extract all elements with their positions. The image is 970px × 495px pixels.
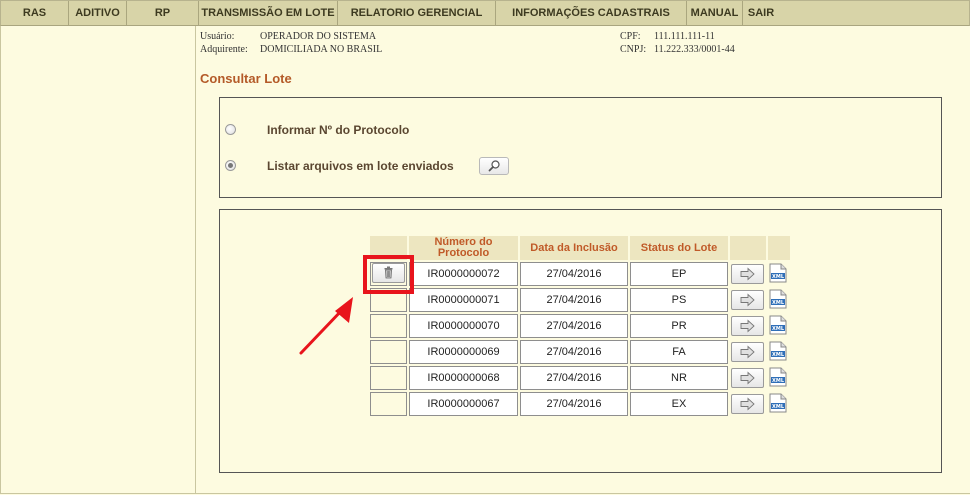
header-data-inclusao: Data da Inclusão — [520, 236, 628, 260]
arrow-right-icon — [740, 371, 755, 385]
highlight-box — [363, 255, 414, 294]
radio-listar-arquivos[interactable] — [225, 160, 236, 171]
arrow-right-icon — [740, 267, 755, 281]
menu-item-sair[interactable]: SAIR — [743, 1, 779, 25]
menu-item-manual[interactable]: MANUAL — [687, 1, 743, 25]
cell-status: NR — [630, 366, 728, 390]
header-empty-3 — [768, 236, 790, 260]
menu-item-transmissao-lote[interactable]: TRANSMISSÃO EM LOTE — [199, 1, 338, 25]
cell-data-inclusao: 27/04/2016 — [520, 288, 628, 312]
header-numero-protocolo: Número do Protocolo — [409, 236, 518, 260]
top-menu: RAS ADITIVO RP TRANSMISSÃO EM LOTE RELAT… — [0, 0, 970, 26]
adquirente-label: Adquirente: — [200, 44, 248, 55]
xml-download-button[interactable]: XML — [769, 341, 787, 361]
cell-data-inclusao: 27/04/2016 — [520, 314, 628, 338]
header-status-lote: Status do Lote — [630, 236, 728, 260]
xml-file-icon: XML — [769, 289, 787, 309]
xml-file-icon: XML — [769, 341, 787, 361]
menu-item-aditivo[interactable]: ADITIVO — [69, 1, 127, 25]
search-button[interactable] — [479, 157, 509, 175]
xml-download-button[interactable]: XML — [769, 289, 787, 309]
arrow-right-icon — [740, 293, 755, 307]
cell-data-inclusao: 27/04/2016 — [520, 392, 628, 416]
xml-download-button[interactable]: XML — [769, 393, 787, 413]
row-action-cell — [370, 392, 407, 416]
xml-file-icon: XML — [769, 367, 787, 387]
xml-download-button[interactable]: XML — [769, 315, 787, 335]
arrow-right-icon — [740, 397, 755, 411]
cell-data-inclusao: 27/04/2016 — [520, 366, 628, 390]
cell-protocolo: IR0000000072 — [409, 262, 518, 286]
cell-data-inclusao: 27/04/2016 — [520, 340, 628, 364]
options-panel — [219, 97, 942, 198]
cell-status: FA — [630, 340, 728, 364]
usuario-label: Usuário: — [200, 31, 235, 42]
menu-item-relatorio-gerencial[interactable]: RELATORIO GERENCIAL — [338, 1, 496, 25]
xml-file-icon: XML — [769, 393, 787, 413]
cell-protocolo: IR0000000071 — [409, 288, 518, 312]
arrow-right-icon — [740, 345, 755, 359]
cell-protocolo: IR0000000067 — [409, 392, 518, 416]
xml-file-icon: XML — [769, 263, 787, 283]
svg-text:XML: XML — [772, 274, 785, 280]
cell-protocolo: IR0000000068 — [409, 366, 518, 390]
cell-status: PS — [630, 288, 728, 312]
menu-item-informacoes-cadastrais[interactable]: INFORMAÇÕES CADASTRAIS — [496, 1, 687, 25]
arrow-right-icon — [740, 319, 755, 333]
detail-button[interactable] — [731, 264, 764, 284]
svg-text:XML: XML — [772, 378, 785, 384]
xml-file-icon: XML — [769, 315, 787, 335]
svg-text:XML: XML — [772, 352, 785, 358]
row-action-cell — [370, 314, 407, 338]
left-panel — [0, 26, 196, 493]
radio-informar-protocolo[interactable] — [225, 124, 236, 135]
row-action-cell — [370, 366, 407, 390]
cnpj-value: 11.222.333/0001-44 — [654, 44, 735, 55]
menu-item-ras[interactable]: RAS — [1, 1, 69, 25]
detail-button[interactable] — [731, 290, 764, 310]
cnpj-label: CNPJ: — [620, 44, 647, 55]
xml-download-button[interactable]: XML — [769, 367, 787, 387]
usuario-value: OPERADOR DO SISTEMA — [260, 31, 377, 42]
cell-status: PR — [630, 314, 728, 338]
adquirente-value: DOMICILIADA NO BRASIL — [260, 44, 383, 55]
cell-status: EX — [630, 392, 728, 416]
bottom-border — [0, 493, 970, 494]
svg-text:XML: XML — [772, 326, 785, 332]
page-title: Consultar Lote — [200, 71, 292, 86]
cell-status: EP — [630, 262, 728, 286]
svg-text:XML: XML — [772, 300, 785, 306]
detail-button[interactable] — [731, 394, 764, 414]
detail-button[interactable] — [731, 342, 764, 362]
magnifier-icon — [488, 160, 500, 172]
row-action-cell — [370, 340, 407, 364]
detail-button[interactable] — [731, 316, 764, 336]
xml-download-button[interactable]: XML — [769, 263, 787, 283]
cell-data-inclusao: 27/04/2016 — [520, 262, 628, 286]
svg-text:XML: XML — [772, 404, 785, 410]
listar-arquivos-label: Listar arquivos em lote enviados — [267, 159, 454, 173]
cpf-value: 111.111.111-11 — [654, 31, 715, 42]
informar-protocolo-label: Informar Nº do Protocolo — [267, 123, 410, 137]
cell-protocolo: IR0000000070 — [409, 314, 518, 338]
cpf-label: CPF: — [620, 31, 641, 42]
header-empty-2 — [730, 236, 766, 260]
cell-protocolo: IR0000000069 — [409, 340, 518, 364]
detail-button[interactable] — [731, 368, 764, 388]
menu-item-rp[interactable]: RP — [127, 1, 199, 25]
